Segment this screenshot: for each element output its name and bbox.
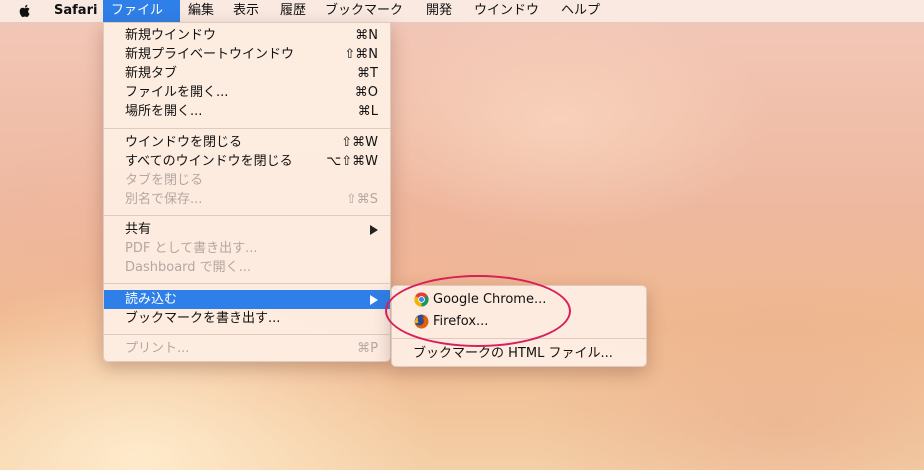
menu-item-new-private-window[interactable]: 新規プライベートウインドウ ⇧⌘N (104, 45, 390, 64)
menu-item-close-all-windows[interactable]: すべてのウインドウを閉じる ⌥⇧⌘W (104, 152, 390, 171)
menu-separator (104, 128, 390, 129)
menu-item-label: ウインドウを閉じる (125, 135, 243, 150)
menubar-develop[interactable]: 開発 (418, 0, 460, 22)
menu-separator (104, 283, 390, 284)
menu-item-label: 新規プライベートウインドウ (125, 47, 295, 62)
menu-item-import-bookmarks-html[interactable]: ブックマークの HTML ファイル... (392, 344, 646, 363)
menu-item-label: 別名で保存... (125, 192, 203, 207)
menu-item-save-as: 別名で保存... ⇧⌘S (104, 190, 390, 209)
menu-item-shortcut: ⌘O (354, 85, 378, 100)
menu-item-new-window[interactable]: 新規ウインドウ ⌘N (104, 26, 390, 45)
file-menu: 新規ウインドウ ⌘N 新規プライベートウインドウ ⇧⌘N 新規タブ ⌘T ファイ… (103, 22, 391, 362)
menubar-window[interactable]: ウインドウ (466, 0, 547, 22)
menubar-history[interactable]: 履歴 (272, 0, 314, 22)
submenu-arrow-icon (370, 295, 378, 305)
menu-bar: Safari ファイル 編集 表示 履歴 ブックマーク 開発 ウインドウ ヘルプ (0, 0, 924, 23)
menu-item-shortcut: ⇧⌘W (341, 135, 378, 150)
submenu-arrow-icon (370, 225, 378, 235)
menu-separator (104, 215, 390, 216)
menu-item-label: 共有 (125, 222, 152, 237)
menu-item-shortcut: ⌘L (357, 104, 378, 119)
menu-item-label: 読み込む (125, 292, 178, 307)
menu-item-import-firefox[interactable]: Firefox... (392, 312, 646, 331)
menu-item-label: タブを閉じる (125, 173, 204, 188)
menu-separator (392, 338, 646, 339)
apple-icon[interactable] (17, 3, 33, 19)
menu-item-export-pdf: PDF として書き出す... (104, 239, 390, 258)
menu-item-open-file[interactable]: ファイルを開く... ⌘O (104, 83, 390, 102)
menu-item-shortcut: ⇧⌘N (344, 47, 378, 62)
menu-item-close-window[interactable]: ウインドウを閉じる ⇧⌘W (104, 133, 390, 152)
menu-item-shortcut: ⌘P (357, 341, 378, 356)
menu-item-open-in-dashboard: Dashboard で開く... (104, 258, 390, 277)
menu-item-shortcut: ⌘N (355, 28, 378, 43)
menubar-file[interactable]: ファイル (103, 0, 180, 22)
menubar-safari[interactable]: Safari (46, 0, 105, 22)
menu-item-label: すべてのウインドウを閉じる (125, 154, 293, 169)
menu-item-label: Google Chrome... (433, 292, 547, 307)
menubar-bookmarks[interactable]: ブックマーク (317, 0, 411, 22)
menu-item-import-chrome[interactable]: Google Chrome... (392, 290, 646, 309)
menu-item-label: PDF として書き出す... (125, 241, 258, 256)
menu-separator (104, 334, 390, 335)
menu-item-label: Dashboard で開く... (125, 260, 252, 275)
chrome-icon (414, 292, 429, 307)
menubar-edit[interactable]: 編集 (180, 0, 222, 22)
menu-item-import[interactable]: 読み込む (104, 290, 390, 309)
menu-item-label: 新規ウインドウ (125, 28, 217, 43)
import-submenu: Google Chrome... Firefox... ブックマークの HTML… (391, 285, 647, 367)
menu-item-share[interactable]: 共有 (104, 220, 390, 239)
menu-item-label: ブックマークの HTML ファイル... (413, 346, 613, 361)
menu-item-close-tab: タブを閉じる (104, 171, 390, 190)
menu-item-shortcut: ⌘T (357, 66, 378, 81)
menu-item-open-location[interactable]: 場所を開く... ⌘L (104, 102, 390, 121)
menubar-help[interactable]: ヘルプ (553, 0, 608, 22)
menu-item-new-tab[interactable]: 新規タブ ⌘T (104, 64, 390, 83)
menu-item-label: 場所を開く... (125, 104, 203, 119)
menubar-view[interactable]: 表示 (225, 0, 267, 22)
firefox-icon (414, 314, 429, 329)
menu-item-label: ファイルを開く... (125, 85, 229, 100)
menu-item-export-bookmarks[interactable]: ブックマークを書き出す... (104, 309, 390, 328)
menu-item-label: ブックマークを書き出す... (125, 311, 281, 326)
menu-item-print: プリント... ⌘P (104, 339, 390, 358)
menu-item-label: プリント... (125, 341, 190, 356)
menu-item-shortcut: ⇧⌘S (345, 192, 378, 207)
menu-item-label: 新規タブ (125, 66, 178, 81)
menu-item-label: Firefox... (433, 314, 489, 329)
menu-item-shortcut: ⌥⇧⌘W (326, 154, 378, 169)
